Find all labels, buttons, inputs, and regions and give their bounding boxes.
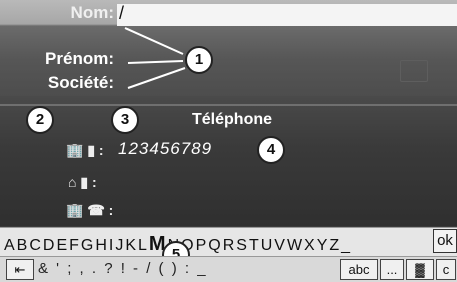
- symbol-row[interactable]: & ' ; , . ? ! - / ( ) : _: [38, 260, 208, 277]
- background-box: [400, 60, 428, 82]
- clear-button[interactable]: c: [436, 259, 456, 280]
- back-icon[interactable]: ⇤: [6, 259, 34, 280]
- office-mobile-row-icons: 🏢 ▮ :: [66, 142, 104, 158]
- home-mobile-row-icons[interactable]: ⌂ ▮ :: [68, 174, 97, 191]
- telephone-heading: Téléphone: [192, 111, 273, 128]
- letters-after[interactable]: NOPQRSTUVWXYZ_: [168, 237, 352, 254]
- callout-3: 3: [111, 106, 139, 134]
- phone-number-office-mobile[interactable]: 123456789: [118, 139, 212, 159]
- more-button[interactable]: ...: [380, 259, 404, 280]
- callout-4: 4: [257, 136, 285, 164]
- office-phone-row-icons[interactable]: 🏢 ☎ :: [66, 202, 113, 219]
- callout-2: 2: [26, 106, 54, 134]
- callout-1: 1: [185, 46, 213, 74]
- ok-button[interactable]: ok: [433, 229, 457, 253]
- letters-before[interactable]: ABCDEFGHIJKL: [4, 237, 149, 254]
- abc-button[interactable]: abc: [340, 259, 378, 280]
- keyboard-switch-icon[interactable]: ▓: [406, 259, 434, 280]
- navigation-screen: Nom: / Prénom: Société: 1 2 3 Téléphone …: [0, 0, 457, 282]
- section-divider: [0, 104, 457, 106]
